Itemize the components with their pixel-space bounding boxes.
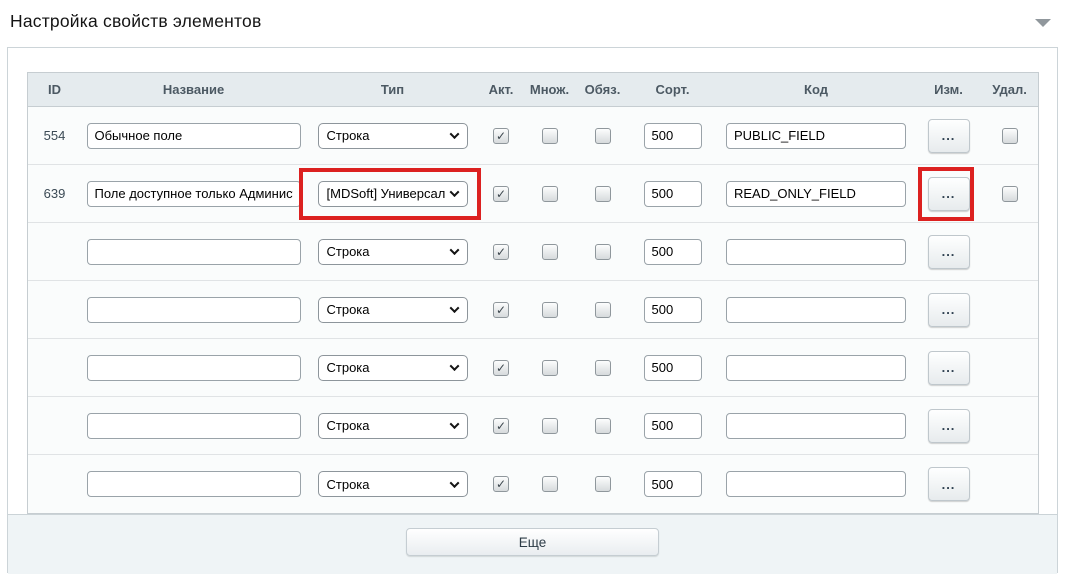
- col-header-sort: Сорт.: [629, 82, 716, 97]
- name-input[interactable]: [87, 239, 301, 265]
- type-select-value: Строка: [327, 360, 370, 375]
- required-checkbox[interactable]: [595, 302, 611, 318]
- type-select-value: Строка: [327, 302, 370, 317]
- chevron-down-icon: [449, 129, 459, 139]
- type-select[interactable]: Строка: [318, 123, 468, 149]
- sort-input[interactable]: [644, 123, 702, 149]
- edit-button[interactable]: ...: [928, 293, 970, 327]
- name-input[interactable]: [87, 355, 301, 381]
- code-input[interactable]: [726, 355, 906, 381]
- required-checkbox[interactable]: [595, 360, 611, 376]
- multiple-checkbox[interactable]: [542, 360, 558, 376]
- required-checkbox[interactable]: [595, 244, 611, 260]
- name-input[interactable]: [87, 123, 301, 149]
- more-button[interactable]: Еще: [406, 528, 659, 556]
- col-header-multiple: Множ.: [523, 82, 576, 97]
- type-select-value: [MDSoft] Универсаль: [327, 186, 445, 201]
- multiple-checkbox[interactable]: [542, 418, 558, 434]
- col-header-required: Обяз.: [576, 82, 629, 97]
- multiple-checkbox[interactable]: [542, 302, 558, 318]
- type-select-value: Строка: [327, 477, 370, 492]
- code-input[interactable]: [726, 181, 906, 207]
- multiple-checkbox[interactable]: [542, 476, 558, 492]
- chevron-down-icon: [449, 245, 459, 255]
- chevron-down-icon: [449, 303, 459, 313]
- type-select[interactable]: Строка: [318, 297, 468, 323]
- code-input[interactable]: [726, 471, 906, 497]
- edit-button[interactable]: ...: [928, 177, 970, 211]
- table-header-row: ID Название Тип Акт. Множ. Обяз. Сорт. К…: [28, 73, 1038, 107]
- section-title-bar: Настройка свойств элементов: [0, 0, 1065, 47]
- code-input[interactable]: [726, 239, 906, 265]
- table-row: Строка ...: [28, 281, 1038, 339]
- col-header-code: Код: [716, 82, 916, 97]
- chevron-down-icon: [449, 419, 459, 429]
- type-select[interactable]: [MDSoft] Универсаль: [318, 181, 468, 207]
- active-checkbox[interactable]: [493, 302, 509, 318]
- multiple-checkbox[interactable]: [542, 186, 558, 202]
- edit-button[interactable]: ...: [928, 235, 970, 269]
- multiple-checkbox[interactable]: [542, 244, 558, 260]
- type-select-value: Строка: [327, 128, 370, 143]
- page-title: Настройка свойств элементов: [10, 11, 261, 32]
- active-checkbox[interactable]: [493, 476, 509, 492]
- type-select[interactable]: Строка: [318, 239, 468, 265]
- col-header-name: Название: [81, 82, 306, 97]
- active-checkbox[interactable]: [493, 128, 509, 144]
- delete-checkbox[interactable]: [1002, 128, 1018, 144]
- row-id: 639: [28, 186, 81, 201]
- name-input[interactable]: [87, 413, 301, 439]
- type-select[interactable]: Строка: [318, 355, 468, 381]
- name-input[interactable]: [87, 181, 301, 207]
- properties-table: ID Название Тип Акт. Множ. Обяз. Сорт. К…: [27, 72, 1039, 514]
- type-select[interactable]: Строка: [318, 413, 468, 439]
- col-header-type: Тип: [306, 82, 479, 97]
- required-checkbox[interactable]: [595, 476, 611, 492]
- col-header-active: Акт.: [479, 82, 523, 97]
- required-checkbox[interactable]: [595, 186, 611, 202]
- code-input[interactable]: [726, 413, 906, 439]
- active-checkbox[interactable]: [493, 244, 509, 260]
- sort-input[interactable]: [644, 239, 702, 265]
- required-checkbox[interactable]: [595, 128, 611, 144]
- table-row: Строка ...: [28, 397, 1038, 455]
- table-row: Строка ...: [28, 223, 1038, 281]
- col-header-edit: Изм.: [916, 82, 981, 97]
- collapse-triangle-icon[interactable]: [1035, 19, 1051, 27]
- sort-input[interactable]: [644, 413, 702, 439]
- col-header-id: ID: [28, 82, 81, 97]
- sort-input[interactable]: [644, 471, 702, 497]
- code-input[interactable]: [726, 297, 906, 323]
- sort-input[interactable]: [644, 355, 702, 381]
- sort-input[interactable]: [644, 297, 702, 323]
- row-id: 554: [28, 128, 81, 143]
- name-input[interactable]: [87, 471, 301, 497]
- name-input[interactable]: [87, 297, 301, 323]
- table-row: Строка ...: [28, 339, 1038, 397]
- required-checkbox[interactable]: [595, 418, 611, 434]
- active-checkbox[interactable]: [493, 360, 509, 376]
- edit-button[interactable]: ...: [928, 119, 970, 153]
- edit-button[interactable]: ...: [928, 409, 970, 443]
- multiple-checkbox[interactable]: [542, 128, 558, 144]
- type-select[interactable]: Строка: [318, 471, 468, 497]
- active-checkbox[interactable]: [493, 186, 509, 202]
- active-checkbox[interactable]: [493, 418, 509, 434]
- type-select-value: Строка: [327, 418, 370, 433]
- col-header-delete: Удал.: [981, 82, 1038, 97]
- properties-panel: ID Название Тип Акт. Множ. Обяз. Сорт. К…: [7, 47, 1058, 573]
- delete-checkbox[interactable]: [1002, 186, 1018, 202]
- table-row: 554 Строка ...: [28, 107, 1038, 165]
- chevron-down-icon: [449, 187, 459, 197]
- chevron-down-icon: [449, 478, 459, 488]
- type-select-value: Строка: [327, 244, 370, 259]
- edit-button[interactable]: ...: [928, 351, 970, 385]
- table-row: Строка ...: [28, 455, 1038, 513]
- chevron-down-icon: [449, 361, 459, 371]
- edit-button[interactable]: ...: [928, 467, 970, 501]
- sort-input[interactable]: [644, 181, 702, 207]
- table-footer: Еще: [8, 514, 1057, 574]
- code-input[interactable]: [726, 123, 906, 149]
- table-row: 639 [MDSoft] Универсаль ...: [28, 165, 1038, 223]
